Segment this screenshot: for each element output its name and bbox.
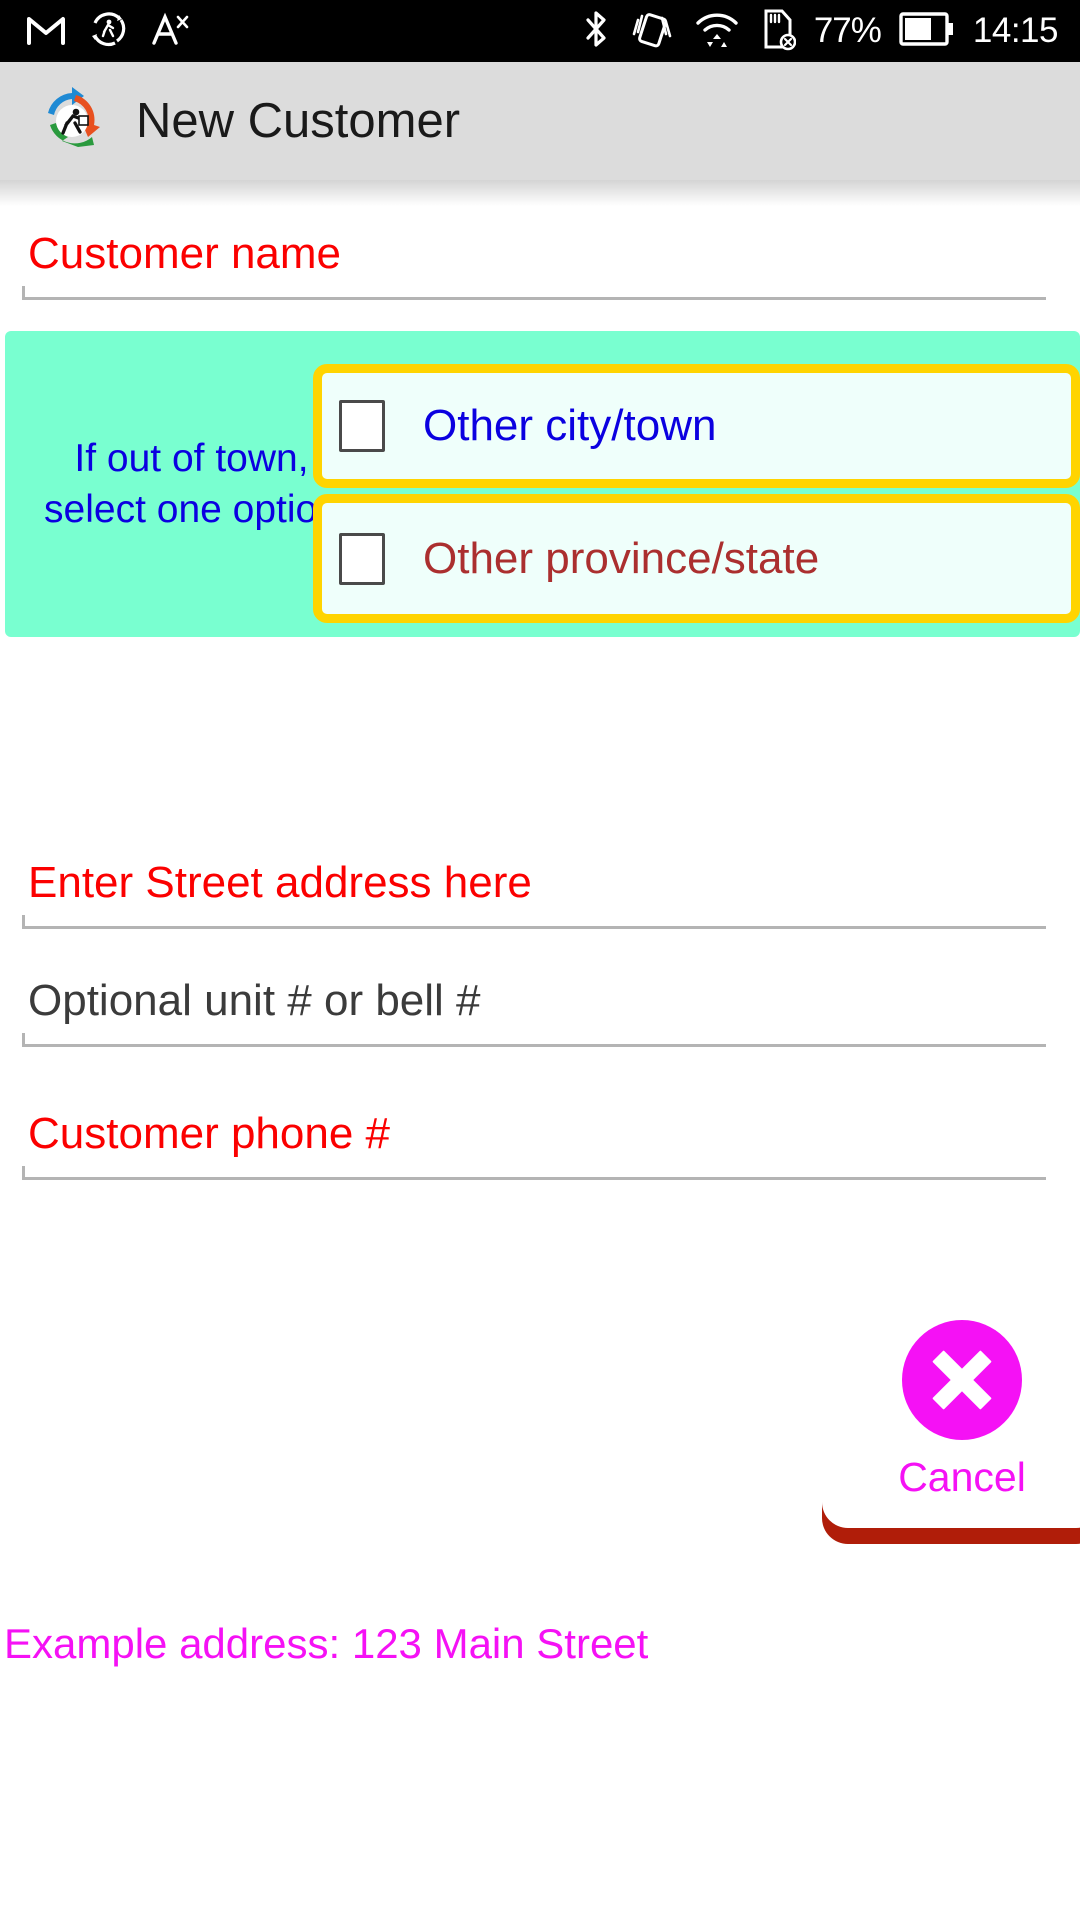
cancel-button[interactable]: Cancel [822,1312,1080,1528]
option-other-city-town-label: Other city/town [423,401,717,450]
sd-card-removed-icon [758,7,797,56]
street-address-label: Enter Street address here [28,858,532,907]
checkbox-other-city-town[interactable] [339,400,385,452]
battery-percent-label: 77% [813,11,882,50]
vibrate-icon [628,8,676,55]
bluetooth-icon [582,8,610,55]
cancel-button-label: Cancel [898,1454,1026,1500]
out-of-town-options: Other city/town Other province/state [313,364,1080,623]
customer-name-label: Customer name [28,229,342,278]
phone-field[interactable]: Customer phone # [0,1108,1080,1180]
status-bar: 77% 14:15 [0,0,1080,62]
page-title: New Customer [136,94,461,148]
status-bar-right-icons: 77% 14:15 [582,7,1080,56]
courier-app-logo [36,85,108,157]
app-bar: New Customer [0,62,1080,180]
street-address-field[interactable]: Enter Street address here [0,857,1080,929]
phone-label: Customer phone # [28,1109,390,1158]
clock-label: 14:15 [972,11,1059,50]
gmail-icon [26,12,66,51]
option-other-city-town[interactable]: Other city/town [313,364,1080,488]
customer-name-field[interactable]: Customer name [0,228,1080,300]
phone-input[interactable] [22,1166,1046,1180]
unit-number-label: Optional unit # or bell # [28,976,481,1025]
app-bar-shadow [0,180,1080,206]
unit-number-field[interactable]: Optional unit # or bell # [0,975,1080,1047]
customer-name-input[interactable] [22,286,1046,300]
example-address-note: Example address: 123 Main Street [4,1620,649,1667]
option-other-province-state-label: Other province/state [423,533,820,583]
close-x-icon [902,1320,1022,1440]
app-screen: 77% 14:15 New Customer Customer name If … [0,0,1080,1920]
courier-sync-icon [88,9,128,54]
checkbox-other-province-state[interactable] [339,532,385,585]
option-other-province-state[interactable]: Other province/state [313,494,1080,623]
font-size-icon [150,11,190,52]
status-bar-left-icons [0,9,190,54]
battery-icon [899,10,955,53]
unit-number-input[interactable] [22,1033,1046,1047]
wifi-icon [694,8,740,55]
street-address-input[interactable] [22,915,1046,929]
